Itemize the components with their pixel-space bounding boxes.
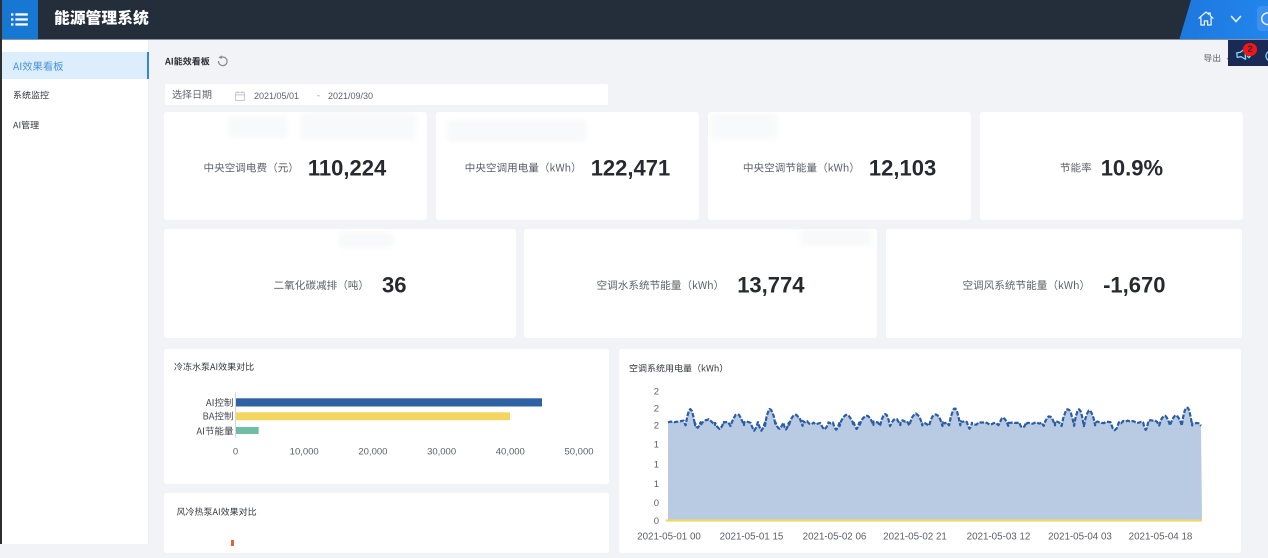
svg-text:30,000: 30,000 <box>427 447 456 458</box>
svg-text:12,103: 12,103 <box>869 156 936 181</box>
svg-text:10.9%: 10.9% <box>1101 156 1163 181</box>
svg-text:122,471: 122,471 <box>591 156 671 181</box>
svg-text:1: 1 <box>654 439 659 450</box>
svg-text:2021/09/30: 2021/09/30 <box>328 91 373 101</box>
svg-text:-: - <box>317 91 320 101</box>
svg-text:40,000: 40,000 <box>496 447 525 458</box>
svg-text:0: 0 <box>233 447 238 458</box>
svg-text:1: 1 <box>654 479 659 490</box>
svg-text:2021-05-02 21: 2021-05-02 21 <box>883 532 947 543</box>
svg-text:0: 0 <box>654 498 659 509</box>
svg-text:2021-05-03 12: 2021-05-03 12 <box>967 532 1031 543</box>
svg-text:20,000: 20,000 <box>358 447 387 458</box>
svg-text:0: 0 <box>654 516 659 527</box>
svg-text:2: 2 <box>654 404 659 415</box>
svg-text:2021-05-04 03: 2021-05-04 03 <box>1048 532 1112 543</box>
svg-text:2021/05/01: 2021/05/01 <box>254 91 299 101</box>
svg-text:36: 36 <box>382 273 406 298</box>
svg-text:2021-05-04 18: 2021-05-04 18 <box>1129 532 1193 543</box>
svg-text:2021-05-02 06: 2021-05-02 06 <box>803 532 867 543</box>
svg-text:2021-05-01 15: 2021-05-01 15 <box>720 532 784 543</box>
svg-text:2: 2 <box>654 386 659 397</box>
svg-text:2: 2 <box>654 420 659 431</box>
svg-text:110,224: 110,224 <box>308 156 387 181</box>
svg-text:50,000: 50,000 <box>564 447 593 458</box>
svg-text:-1,670: -1,670 <box>1103 273 1165 298</box>
svg-text:1: 1 <box>654 459 659 470</box>
svg-text:10,000: 10,000 <box>290 447 319 458</box>
svg-text:13,774: 13,774 <box>737 273 805 298</box>
svg-text:2021-05-01 00: 2021-05-01 00 <box>637 532 701 543</box>
